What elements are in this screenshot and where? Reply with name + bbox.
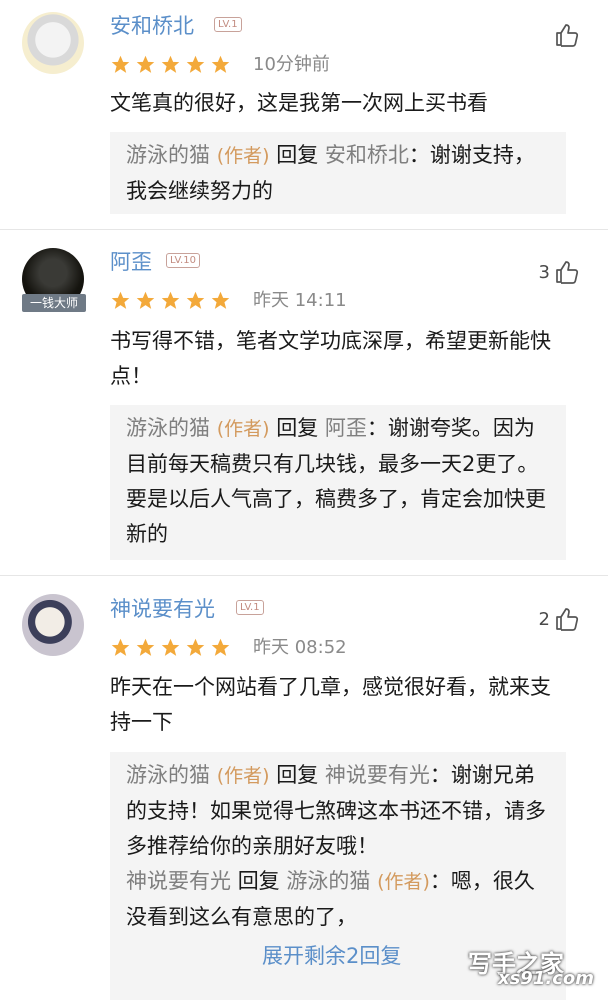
- like-count: 3: [538, 261, 550, 283]
- level-badge: LV.1: [214, 17, 242, 32]
- thumbs-up-icon: [556, 608, 579, 631]
- star-icon: [186, 291, 205, 309]
- comment-text: 昨天在一个网站看了几章，感觉很好看，就来支持一下: [110, 675, 551, 734]
- star-icon: [186, 55, 205, 73]
- rating-stars: [110, 637, 231, 659]
- level-badge: LV.1: [236, 600, 264, 615]
- like-button[interactable]: [550, 22, 580, 48]
- reply-author[interactable]: 神说要有光: [126, 869, 231, 893]
- reply-target[interactable]: 游泳的猫: [286, 869, 370, 893]
- rating-stars: [110, 290, 231, 312]
- comment-time: 昨天 08:52: [253, 637, 347, 658]
- author-tag: (作者): [216, 418, 270, 440]
- star-icon: [161, 638, 180, 656]
- reply-item[interactable]: 游泳的猫 (作者) 回复 神说要有光：谢谢兄弟的支持！如果觉得七煞碑这本书还不错…: [126, 758, 550, 864]
- username[interactable]: 神说要有光: [110, 596, 215, 622]
- star-icon: [111, 55, 130, 73]
- like-count: 2: [538, 608, 550, 630]
- star-icon: [136, 291, 155, 309]
- thumbs-up-icon: [556, 261, 579, 284]
- star-icon: [211, 55, 230, 73]
- reply-action: 回复: [237, 869, 280, 893]
- reply-box[interactable]: 游泳的猫 (作者) 回复 阿歪：谢谢夸奖。因为目前每天稿费只有几块钱，最多一天2…: [110, 405, 566, 560]
- star-icon: [161, 291, 180, 309]
- comment-text: 文笔真的很好，这是我第一次网上买书看: [110, 91, 488, 115]
- reply-author[interactable]: 游泳的猫: [126, 763, 210, 787]
- star-icon: [186, 638, 205, 656]
- reply-target[interactable]: 安和桥北: [325, 143, 409, 167]
- reply-target[interactable]: 阿歪: [325, 416, 367, 440]
- divider: [0, 229, 608, 230]
- divider: [0, 575, 608, 576]
- reply-author[interactable]: 游泳的猫: [126, 416, 210, 440]
- star-icon: [161, 55, 180, 73]
- level-badge: LV.10: [166, 253, 200, 268]
- reply-author[interactable]: 游泳的猫: [126, 143, 210, 167]
- rating-stars: [110, 54, 231, 76]
- user-avatar[interactable]: [22, 12, 84, 74]
- author-tag: (作者): [216, 765, 270, 787]
- star-icon: [111, 638, 130, 656]
- comment-time: 10分钟前: [253, 54, 330, 75]
- author-tag: (作者): [216, 145, 270, 167]
- reply-item[interactable]: 神说要有光 回复 游泳的猫 (作者)：嗯，很久没看到这么有意思的了，: [126, 864, 550, 935]
- star-icon: [211, 291, 230, 309]
- reply-target[interactable]: 神说要有光: [325, 763, 430, 787]
- like-button[interactable]: 2: [539, 606, 580, 632]
- star-icon: [136, 55, 155, 73]
- star-icon: [111, 291, 130, 309]
- comment-time: 昨天 14:11: [253, 290, 347, 311]
- reply-action: 回复: [276, 763, 319, 787]
- comment-text: 书写得不错，笔者文学功底深厚，希望更新能快点！: [110, 329, 551, 388]
- username[interactable]: 阿歪: [110, 249, 152, 275]
- author-tag: (作者): [377, 871, 430, 893]
- watermark-url: xs91.com: [497, 968, 594, 989]
- reply-action: 回复: [276, 416, 319, 440]
- star-icon: [136, 638, 155, 656]
- user-avatar[interactable]: [22, 594, 84, 656]
- username[interactable]: 安和桥北: [110, 13, 194, 39]
- thumbs-up-icon: [556, 24, 579, 47]
- star-icon: [211, 638, 230, 656]
- like-button[interactable]: 3: [539, 259, 580, 285]
- avatar-badge: 一钱大师: [22, 294, 86, 312]
- reply-action: 回复: [276, 143, 319, 167]
- reply-box[interactable]: 游泳的猫 (作者) 回复 安和桥北：谢谢支持，我会继续努力的: [110, 132, 566, 214]
